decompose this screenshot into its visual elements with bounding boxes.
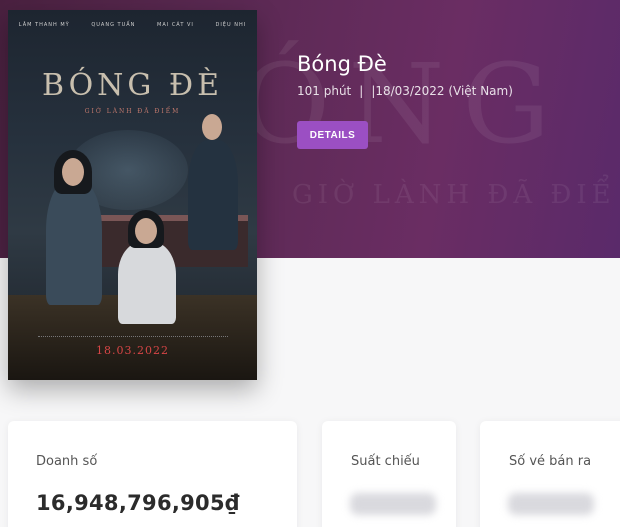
screenings-label: Suất chiếu: [351, 454, 420, 469]
poster-girl-figure: [118, 242, 176, 324]
revenue-card: Doanh số 16,948,796,905₫: [8, 421, 297, 527]
details-button[interactable]: DETAILS: [297, 121, 368, 149]
tickets-card: Số vé bán ra: [480, 421, 620, 527]
poster-cast-list: LÂM THANH MỸ QUANG TUẤN MAI CÁT VI DIỆU …: [8, 22, 257, 28]
movie-poster[interactable]: LÂM THANH MỸ QUANG TUẤN MAI CÁT VI DIỆU …: [8, 10, 257, 380]
poster-release-date: 18.03.2022: [96, 344, 169, 357]
screenings-value-blurred: [350, 493, 436, 515]
movie-duration: 101 phút: [297, 84, 352, 98]
movie-release-date: |18/03/2022 (Việt Nam): [371, 84, 513, 98]
movie-meta: 101 phút | |18/03/2022 (Việt Nam): [297, 84, 513, 98]
screenings-card: Suất chiếu: [322, 421, 456, 527]
backdrop-title-text: ÓNG: [240, 40, 569, 168]
poster-woman-figure: [46, 180, 102, 305]
tickets-label: Số vé bán ra: [509, 454, 592, 469]
poster-credits-block: [38, 336, 228, 340]
backdrop-tagline-text: GIỜ LÀNH ĐÃ ĐIỂ: [292, 180, 616, 210]
poster-woman-face: [62, 158, 84, 186]
poster-cast-name: MAI CÁT VI: [157, 22, 194, 28]
revenue-value: 16,948,796,905₫: [36, 491, 240, 515]
poster-tagline: GIỜ LÀNH ĐÃ ĐIỂM: [84, 108, 181, 115]
poster-cast-name: DIỆU NHI: [215, 22, 247, 28]
meta-separator: |: [359, 84, 364, 98]
movie-title: Bóng Đè: [297, 52, 387, 76]
poster-cast-name: LÂM THANH MỸ: [18, 22, 70, 28]
revenue-label: Doanh số: [36, 454, 98, 469]
poster-man-figure: [188, 140, 238, 250]
tickets-value-blurred: [508, 493, 594, 515]
poster-cast-name: QUANG TUẤN: [91, 22, 136, 28]
poster-man-face: [202, 114, 222, 140]
poster-girl-face: [135, 218, 157, 244]
poster-title: BÓNG ĐÈ: [41, 68, 224, 103]
